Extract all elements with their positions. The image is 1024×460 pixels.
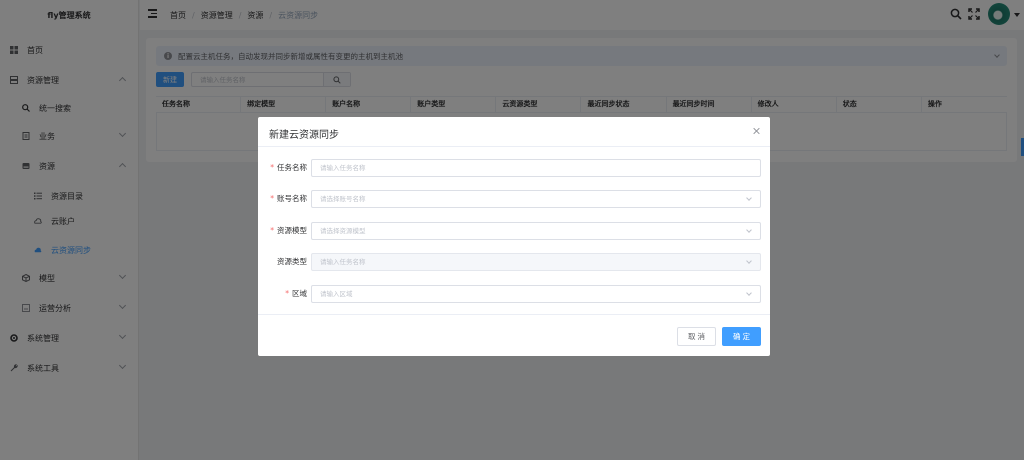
field-label: 资源类型 (277, 257, 307, 266)
task-name-input[interactable] (312, 160, 732, 176)
form-row-account-name: * 账号名称 (258, 190, 770, 208)
task-name-field (311, 159, 761, 177)
resource-type-input (312, 254, 732, 270)
region-input[interactable] (312, 286, 732, 302)
create-sync-dialog: 新建云资源同步 *任务名称 *账号名称 *资源模型 资源类型 *区域 (258, 117, 770, 356)
close-icon[interactable] (752, 127, 760, 135)
field-label: * 任务名称 (270, 163, 307, 172)
field-label: * 资源模型 (270, 226, 307, 235)
dialog-divider (258, 314, 770, 315)
form-row-resource-type: 资源类型 (258, 253, 770, 271)
dialog-divider (258, 146, 770, 147)
resource-model-input[interactable] (312, 223, 732, 239)
resource-model-select[interactable] (311, 222, 761, 240)
field-label: * 区域 (285, 289, 307, 298)
chevron-down-icon (746, 195, 752, 201)
field-label: * 账号名称 (270, 194, 307, 203)
confirm-button[interactable]: 确 定 (722, 327, 761, 346)
account-name-input[interactable] (312, 191, 732, 207)
chevron-down-icon (746, 227, 752, 233)
dialog-title: 新建云资源同步 (269, 130, 339, 141)
cancel-button[interactable]: 取 消 (677, 327, 716, 346)
form-row-region: * 区域 (258, 285, 770, 303)
region-select[interactable] (311, 285, 761, 303)
account-name-select[interactable] (311, 190, 761, 208)
chevron-down-icon (746, 290, 752, 296)
chevron-down-icon (746, 258, 752, 264)
form-row-resource-model: * 资源模型 (258, 222, 770, 240)
form-row-task-name: * 任务名称 (258, 159, 770, 177)
resource-type-select (311, 253, 761, 271)
